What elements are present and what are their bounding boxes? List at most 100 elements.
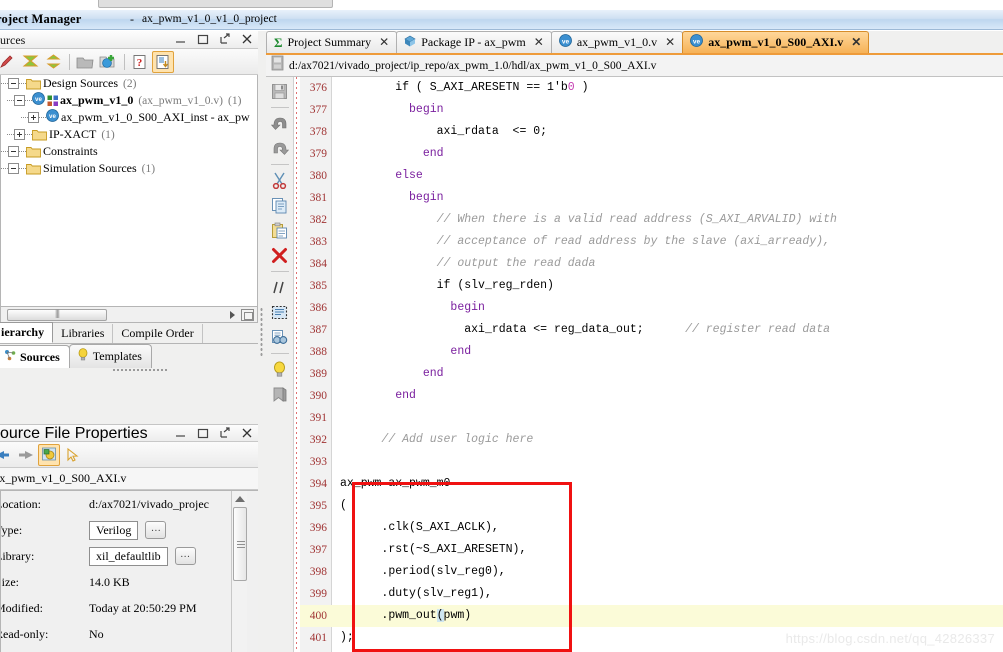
tree-expander-icon[interactable]: [8, 78, 19, 89]
code-line[interactable]: 390 end: [300, 385, 1003, 407]
tree-item-design-sources[interactable]: Design Sources (2): [1, 75, 257, 92]
browse-button[interactable]: …: [174, 547, 196, 565]
tree-item-constraints[interactable]: Constraints: [1, 143, 257, 160]
redo-icon[interactable]: [268, 136, 292, 160]
code-lines[interactable]: 376 if ( S_AXI_ARESETN == 1'b0 ) 377 begi…: [300, 77, 1003, 652]
tab-hierarchy[interactable]: ierarchy: [0, 322, 54, 343]
code-line[interactable]: 381 begin: [300, 187, 1003, 209]
scroll-right-arrow[interactable]: [230, 311, 235, 319]
vertical-splitter[interactable]: [258, 31, 266, 652]
close-icon[interactable]: [240, 32, 254, 46]
close-icon[interactable]: ✕: [851, 35, 861, 50]
scroll-corner-box[interactable]: [241, 309, 254, 321]
panel-grip[interactable]: [112, 368, 168, 372]
scroll-thumb[interactable]: [7, 309, 107, 321]
close-icon[interactable]: ✕: [534, 35, 544, 50]
maximize-icon[interactable]: [196, 32, 210, 46]
properties-icon[interactable]: [38, 443, 60, 466]
comment-icon[interactable]: [268, 275, 292, 299]
properties-vertical-scrollbar[interactable]: [231, 491, 247, 652]
paste-icon[interactable]: [268, 218, 292, 242]
partial-tab-above[interactable]: [98, 0, 333, 8]
property-value-field[interactable]: Verilog: [89, 520, 139, 540]
tree-expander-icon[interactable]: [14, 129, 25, 140]
editor-tab-package-ip[interactable]: Package IP - ax_pwm ✕: [396, 31, 552, 53]
expand-all-icon[interactable]: [42, 51, 64, 73]
float-icon[interactable]: [218, 426, 232, 440]
help-icon[interactable]: ?: [129, 51, 151, 73]
bookmark-icon[interactable]: [268, 382, 292, 406]
code-line[interactable]: 397 .rst(~S_AXI_ARESETN),: [300, 539, 1003, 561]
close-icon[interactable]: ✕: [665, 35, 675, 50]
code-line[interactable]: 388 end: [300, 341, 1003, 363]
browse-button[interactable]: …: [145, 521, 167, 539]
code-line[interactable]: 386 begin: [300, 297, 1003, 319]
code-line[interactable]: 392 // Add user logic here: [300, 429, 1003, 451]
splitter-grip[interactable]: [260, 307, 263, 357]
tree-expander-icon[interactable]: [28, 112, 39, 123]
minimize-icon[interactable]: [174, 32, 188, 46]
delete-icon[interactable]: [268, 243, 292, 267]
code-editor[interactable]: 376 if ( S_AXI_ARESETN == 1'b0 ) 377 begi…: [300, 77, 1003, 652]
tree-expander-icon[interactable]: [8, 146, 19, 157]
scroll-up-arrow[interactable]: [235, 496, 245, 502]
float-icon[interactable]: [218, 32, 232, 46]
select-block-icon[interactable]: [268, 300, 292, 324]
tree-item-ip-xact[interactable]: IP-XACT (1): [1, 126, 257, 143]
maximize-icon[interactable]: [196, 426, 210, 440]
minimize-icon[interactable]: [174, 426, 188, 440]
code-line[interactable]: 385 if (slv_reg_rden): [300, 275, 1003, 297]
cut-icon[interactable]: [268, 168, 292, 192]
copy-icon[interactable]: [268, 193, 292, 217]
undo-icon[interactable]: [268, 111, 292, 135]
close-icon[interactable]: ✕: [379, 35, 389, 50]
code-line[interactable]: 384 // output the read dada: [300, 253, 1003, 275]
tree-expander-icon[interactable]: [14, 95, 25, 106]
code-line[interactable]: 389 end: [300, 363, 1003, 385]
tab-compile-order[interactable]: Compile Order: [113, 324, 203, 343]
code-line[interactable]: 391: [300, 407, 1003, 429]
lightbulb-icon[interactable]: [268, 357, 292, 381]
tree-item-ax-pwm-v1-0[interactable]: ve ax_pwm_v1_0 (ax_pwm_v1_0.v) (1): [1, 92, 257, 109]
code-line[interactable]: 393: [300, 451, 1003, 473]
code-line[interactable]: 379 end: [300, 143, 1003, 165]
sources-tree[interactable]: Design Sources (2) ve ax_pwm_v1_0 (ax_pwm_v1…: [0, 75, 258, 307]
scroll-lock-icon[interactable]: [152, 50, 174, 73]
close-icon[interactable]: [240, 426, 254, 440]
tree-horizontal-scrollbar[interactable]: [0, 307, 258, 323]
tree-item-simulation-sources[interactable]: Simulation Sources (1): [1, 160, 257, 177]
code-line[interactable]: 382 // When there is a valid read addres…: [300, 209, 1003, 231]
find-icon[interactable]: [268, 325, 292, 349]
forward-arrow-icon[interactable]: [15, 444, 37, 466]
code-line[interactable]: 383 // acceptance of read address by the…: [300, 231, 1003, 253]
tree-item-ax-pwm-v1-0-s00-axi-inst-ax-pw[interactable]: ve ax_pwm_v1_0_S00_AXI_inst - ax_pw: [1, 109, 257, 126]
code-line[interactable]: 387 axi_rdata <= reg_data_out; // regist…: [300, 319, 1003, 341]
code-line[interactable]: 399 .duty(slv_reg1),: [300, 583, 1003, 605]
tree-expander-icon[interactable]: [8, 163, 19, 174]
scroll-thumb[interactable]: [233, 507, 247, 581]
save-icon[interactable]: [268, 79, 292, 103]
tab-libraries[interactable]: Libraries: [53, 324, 114, 343]
editor-tab-project-summary[interactable]: Σ Project Summary ✕: [266, 31, 398, 53]
property-value-field[interactable]: xil_defaultlib: [89, 546, 168, 566]
code-line[interactable]: 376 if ( S_AXI_ARESETN == 1'b0 ): [300, 77, 1003, 99]
editor-tab-ax-pwm-v1-0[interactable]: ve ax_pwm_v1_0.v ✕: [550, 31, 684, 53]
add-sources-icon[interactable]: [97, 51, 119, 73]
open-folder-icon[interactable]: [74, 51, 96, 73]
pointer-icon[interactable]: [61, 444, 83, 466]
code-line[interactable]: 394 ax_pwm ax_pwm_m0: [300, 473, 1003, 495]
code-line[interactable]: 380 else: [300, 165, 1003, 187]
code-line[interactable]: 400 .pwm_out(pwm): [300, 605, 1003, 627]
tree-item-label: ax_pwm_v1_0_S00_AXI_inst - ax_pw: [61, 110, 250, 124]
tab-sources[interactable]: Sources: [0, 345, 70, 368]
back-arrow-icon[interactable]: [0, 444, 14, 466]
editor-tab-ax-pwm-v1-0-s00-axi[interactable]: ve ax_pwm_v1_0_S00_AXI.v ✕: [682, 31, 870, 53]
code-line[interactable]: 377 begin: [300, 99, 1003, 121]
collapse-all-icon[interactable]: [19, 51, 41, 73]
code-line[interactable]: 395 (: [300, 495, 1003, 517]
pencil-icon[interactable]: [0, 51, 18, 73]
code-line[interactable]: 396 .clk(S_AXI_ACLK),: [300, 517, 1003, 539]
tab-templates[interactable]: Templates: [68, 344, 152, 368]
code-line[interactable]: 398 .period(slv_reg0),: [300, 561, 1003, 583]
code-line[interactable]: 378 axi_rdata <= 0;: [300, 121, 1003, 143]
